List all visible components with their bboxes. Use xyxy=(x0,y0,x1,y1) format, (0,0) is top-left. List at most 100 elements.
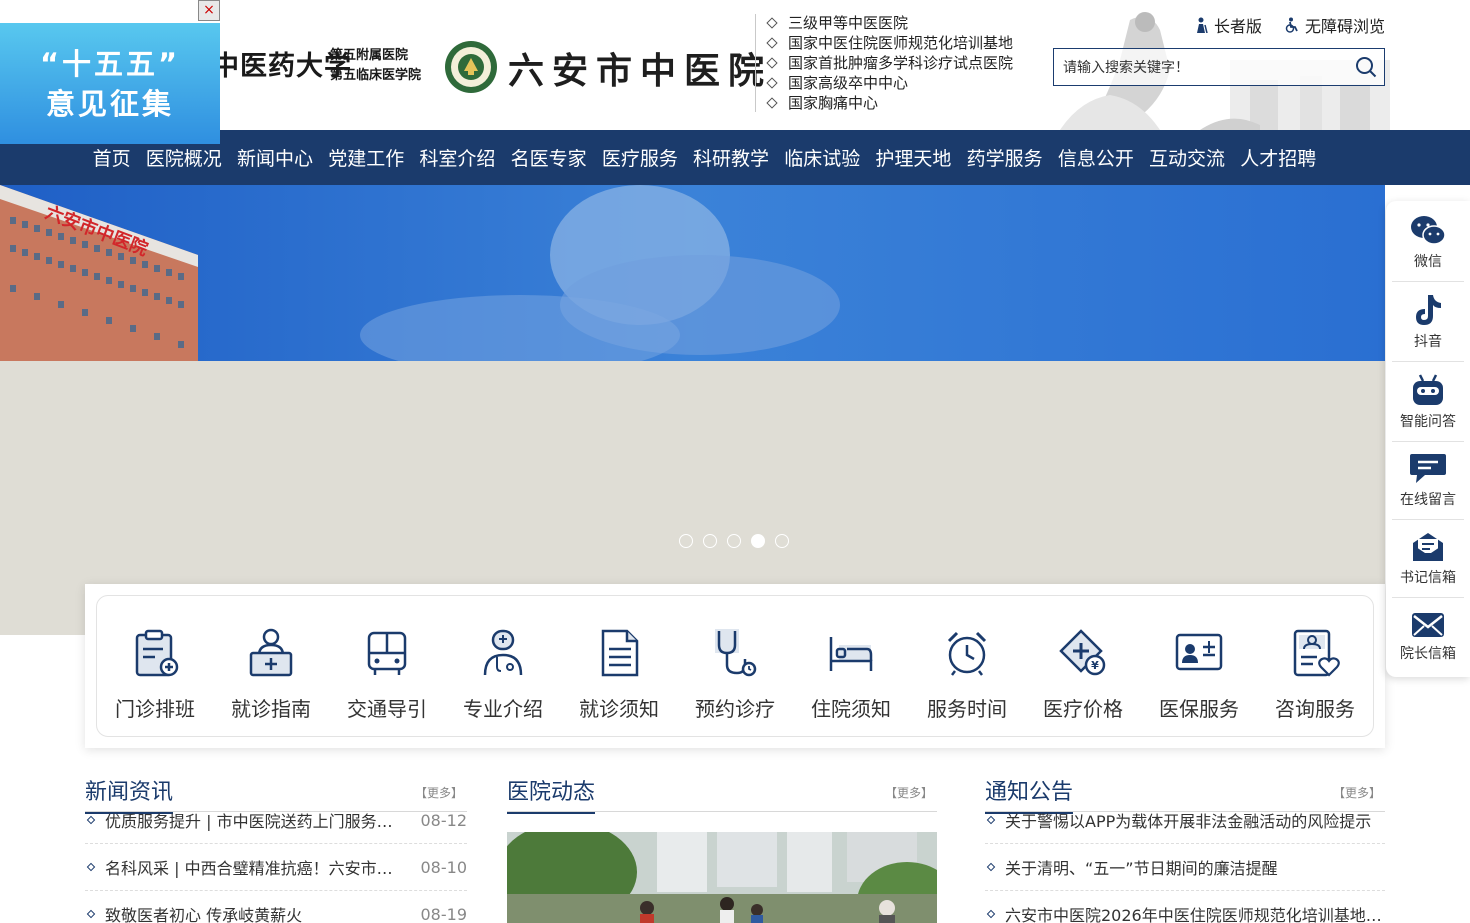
service-appointment[interactable]: 预约诊疗 xyxy=(677,596,793,738)
accessible-browse-label: 无障碍浏览 xyxy=(1305,17,1386,36)
carousel-dot-5[interactable] xyxy=(775,534,789,548)
service-label: 预约诊疗 xyxy=(695,697,775,721)
nav-item-overview[interactable]: 医院概况 xyxy=(138,144,229,171)
quick-services-panel: 门诊排班 就诊指南 交通导引 专业介绍 就诊须知 预约诊疗 住院须知 服务时间 … xyxy=(85,584,1385,748)
carousel-dot-3[interactable] xyxy=(727,534,741,548)
service-insurance[interactable]: 医保服务 xyxy=(1141,596,1257,738)
carousel-dot-1[interactable] xyxy=(679,534,693,548)
search-icon xyxy=(1356,57,1377,78)
university-subtitle-line2: 第五临床医学院 xyxy=(330,68,422,83)
service-outpatient-schedule[interactable]: 门诊排班 xyxy=(97,596,213,738)
diamond-bullet-icon xyxy=(86,815,96,825)
news-date: 08-10 xyxy=(420,857,468,877)
float-douyin[interactable]: 抖音 xyxy=(1392,293,1464,351)
hospital-bed-icon xyxy=(829,637,873,671)
quick-services-list: 门诊排班 就诊指南 交通导引 专业介绍 就诊须知 预约诊疗 住院须知 服务时间 … xyxy=(97,596,1373,738)
nav-item-recruitment[interactable]: 人才招聘 xyxy=(1233,144,1324,171)
dynamics-more-link[interactable]: 【更多】 xyxy=(885,784,933,801)
banner-carousel[interactable]: 六安市中医院 xyxy=(0,185,1385,635)
service-label: 住院须知 xyxy=(811,697,891,721)
popup-close-button[interactable]: × xyxy=(198,0,220,21)
nav-item-home[interactable]: 首页 xyxy=(85,144,138,171)
top-links: 长者版 无障碍浏览 xyxy=(1193,13,1385,37)
honor-item: 国家首批肿瘤多学科诊疗试点医院 xyxy=(766,53,1013,73)
service-label: 就诊须知 xyxy=(579,697,659,721)
float-divider xyxy=(1392,281,1464,282)
nav-item-news[interactable]: 新闻中心 xyxy=(229,144,320,171)
news-item[interactable]: 优质服务提升 | 市中医院送药上门服务暖心 08-12 xyxy=(85,797,467,844)
diamond-bullet-icon xyxy=(766,17,778,29)
float-wechat[interactable]: 微信 xyxy=(1392,215,1464,271)
service-transport-guide[interactable]: 交通导引 xyxy=(329,596,445,738)
diamond-bullet-icon xyxy=(986,815,996,825)
nav-item-interaction[interactable]: 互动交流 xyxy=(1141,144,1232,171)
news-item[interactable]: 名科风采 | 中西合璧精准抗癌！六安市中医院肿瘤科 08-10 xyxy=(85,844,467,891)
service-label: 服务时间 xyxy=(927,697,1007,721)
nav-item-public-info[interactable]: 信息公开 xyxy=(1050,144,1141,171)
nav-item-party[interactable]: 党建工作 xyxy=(321,144,412,171)
stethoscope-icon xyxy=(715,629,757,677)
nav-item-research[interactable]: 科研教学 xyxy=(685,144,776,171)
service-hours[interactable]: 服务时间 xyxy=(909,596,1025,738)
service-visit-notice[interactable]: 就诊须知 xyxy=(561,596,677,738)
carousel-dot-2[interactable] xyxy=(703,534,717,548)
news-title: 名科风采 | 中西合璧精准抗癌！六安市中医院肿瘤科 xyxy=(105,859,409,878)
medical-price-icon: ¥ xyxy=(1059,629,1106,676)
search-button[interactable] xyxy=(1348,49,1384,85)
news-date: 08-19 xyxy=(420,904,468,923)
opinion-collection-popup[interactable]: “十五五” 意见征集 xyxy=(0,23,220,144)
float-divider xyxy=(1392,519,1464,520)
float-label: 院长信箱 xyxy=(1400,646,1456,662)
float-label: 在线留言 xyxy=(1400,492,1456,508)
clipboard-plus-icon xyxy=(135,629,179,677)
honor-text: 国家首批肿瘤多学科诊疗试点医院 xyxy=(788,54,1014,72)
service-label: 医疗价格 xyxy=(1043,697,1123,721)
nav-item-experts[interactable]: 名医专家 xyxy=(503,144,594,171)
diamond-bullet-icon xyxy=(86,909,96,919)
service-prices[interactable]: ¥ 医疗价格 xyxy=(1025,596,1141,738)
notice-item[interactable]: 关于清明、“五一”节日期间的廉洁提醒 xyxy=(985,844,1385,891)
carousel-dot-4[interactable] xyxy=(751,534,765,548)
diamond-bullet-icon xyxy=(986,909,996,919)
news-list: 优质服务提升 | 市中医院送药上门服务暖心 08-12 名科风采 | 中西合璧精准… xyxy=(85,797,467,923)
nav-item-pharmacy[interactable]: 药学服务 xyxy=(959,144,1050,171)
service-specialty-intro[interactable]: 专业介绍 xyxy=(445,596,561,738)
service-inpatient-notice[interactable]: 住院须知 xyxy=(793,596,909,738)
search-input[interactable] xyxy=(1054,49,1348,85)
float-ai-qa[interactable]: 智能问答 xyxy=(1392,373,1464,431)
notice-title: 关于清明、“五一”节日期间的廉洁提醒 xyxy=(1005,859,1278,878)
diamond-bullet-icon xyxy=(766,57,778,69)
dynamics-photo[interactable] xyxy=(507,832,937,923)
notice-title: 关于警惕以APP为载体开展非法金融活动的风险提示 xyxy=(1005,812,1372,831)
elder-mode-label: 长者版 xyxy=(1214,17,1263,36)
service-consultation[interactable]: 咨询服务 xyxy=(1257,596,1373,738)
service-label: 交通导引 xyxy=(347,697,427,721)
nav-item-departments[interactable]: 科室介绍 xyxy=(412,144,503,171)
nav-item-nursing[interactable]: 护理天地 xyxy=(868,144,959,171)
notice-item[interactable]: 六安市中医院2026年中医住院医师规范化培训基地招生简章 xyxy=(985,891,1385,923)
hospital-name: 六安市中医院 xyxy=(508,50,773,92)
elder-mode-link[interactable]: 长者版 xyxy=(1193,13,1262,37)
accessible-browse-link[interactable]: 无障碍浏览 xyxy=(1284,13,1385,37)
diamond-bullet-icon xyxy=(766,37,778,49)
dynamics-column-title[interactable]: 医院动态 xyxy=(507,774,596,814)
news-item[interactable]: 致敬医者初心 传承岐黄薪火 08-19 xyxy=(85,891,467,923)
float-label: 抖音 xyxy=(1414,334,1442,350)
service-visit-guide[interactable]: 就诊指南 xyxy=(213,596,329,738)
insurance-card-icon xyxy=(1175,633,1223,671)
service-label: 就诊指南 xyxy=(231,697,311,721)
honor-list: 三级甲等中医医院 国家中医住院医师规范化培训基地 国家首批肿瘤多学科诊疗试点医院… xyxy=(766,13,1013,113)
nav-item-medical-service[interactable]: 医疗服务 xyxy=(594,144,685,171)
nav-item-clinical-trials[interactable]: 临床试验 xyxy=(777,144,868,171)
service-label: 咨询服务 xyxy=(1275,697,1355,721)
news-title: 致敬医者初心 传承岐黄薪火 xyxy=(105,906,303,923)
float-online-message[interactable]: 在线留言 xyxy=(1392,451,1464,509)
notice-item[interactable]: 关于警惕以APP为载体开展非法金融活动的风险提示 xyxy=(985,797,1385,844)
alarm-clock-icon xyxy=(947,631,987,676)
dynamics-column: 医院动态 【更多】 xyxy=(507,772,937,923)
float-director-mailbox[interactable]: 院长信箱 xyxy=(1392,611,1464,663)
nav-list: 首页 医院概况 新闻中心 党建工作 科室介绍 名医专家 医疗服务 科研教学 临床… xyxy=(85,130,1324,185)
doctor-stethoscope-icon xyxy=(483,629,523,676)
float-label: 微信 xyxy=(1414,254,1442,270)
float-secretary-mailbox[interactable]: 书记信箱 xyxy=(1392,531,1464,587)
